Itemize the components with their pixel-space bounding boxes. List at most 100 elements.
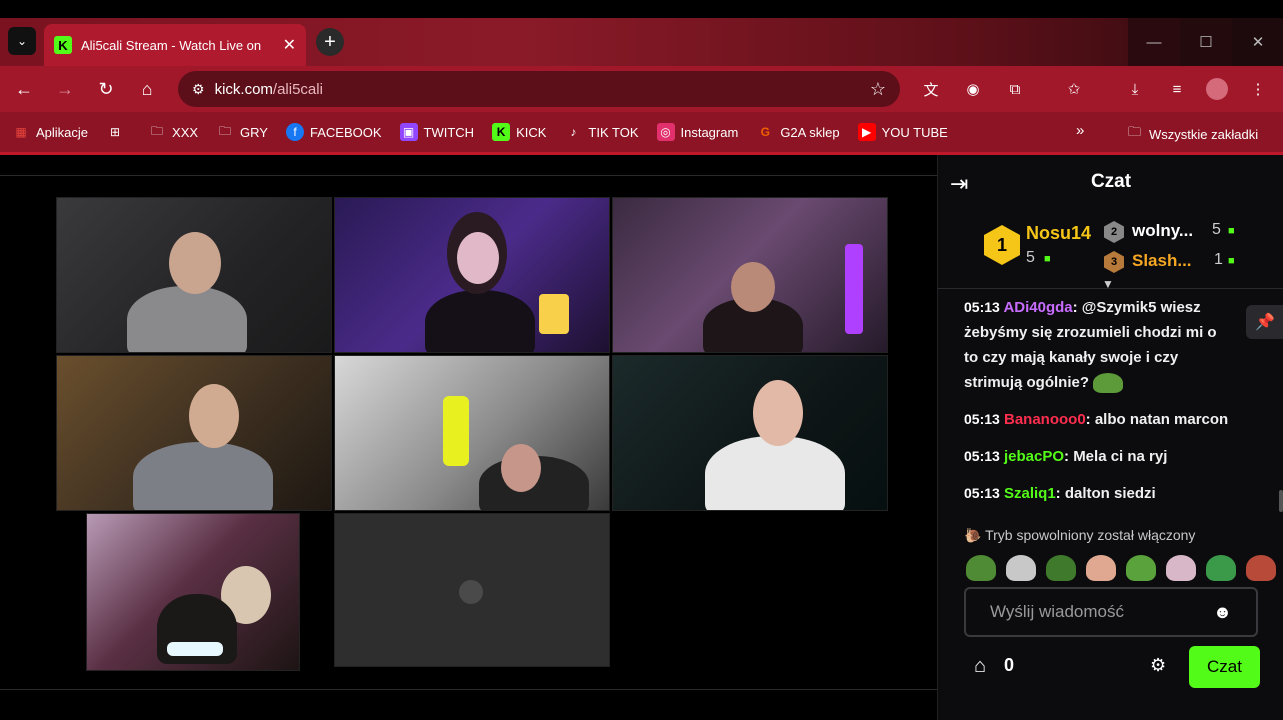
camera-tile — [56, 197, 332, 353]
bookmark-xxx[interactable]: 🗀 XXX — [148, 123, 198, 141]
bookmarks-overflow-button[interactable]: » — [1076, 122, 1084, 139]
apps-grid-icon: ▦ — [15, 125, 27, 139]
forward-icon[interactable]: → — [53, 77, 77, 101]
emote-frog-icon[interactable] — [1126, 555, 1156, 581]
bookmark-star-icon[interactable]: ☆ — [870, 79, 886, 100]
tab-search-button[interactable]: ⌄ — [8, 27, 36, 55]
leader-3-name[interactable]: Slash... — [1132, 251, 1192, 271]
message-time: 05:13 — [964, 411, 1000, 427]
message-username[interactable]: Bananooo0 — [1004, 411, 1086, 428]
media-control-icon[interactable]: ≡ — [1166, 78, 1188, 100]
maximize-button[interactable]: ☐ — [1180, 18, 1232, 66]
emoji-picker-icon[interactable]: ☻ — [1213, 602, 1232, 623]
snail-icon: 🐌 — [964, 527, 986, 543]
tab-strip: ⌄ K Ali5cali Stream - Watch Live on ✕ + … — [0, 18, 1283, 66]
rank-3-badge-icon: 3 — [1104, 251, 1124, 273]
reload-icon[interactable]: ↻ — [94, 77, 118, 101]
message-username[interactable]: Szaliq1 — [1004, 485, 1056, 502]
gift-icon: ■ — [1228, 225, 1235, 237]
url-path: /ali5cali — [272, 80, 323, 98]
message-time: 05:13 — [964, 485, 1000, 501]
home-icon[interactable]: ⌂ — [135, 77, 159, 101]
profile-avatar[interactable] — [1206, 78, 1228, 100]
browser-menu-icon[interactable]: ⋮ — [1247, 78, 1269, 100]
player-top-divider — [0, 175, 937, 176]
bookmark-gry[interactable]: 🗀 GRY — [216, 123, 268, 141]
gear-icon[interactable]: ⚙ — [1150, 655, 1166, 676]
all-bookmarks-button[interactable]: 🗀 Wszystkie zakładki — [1128, 123, 1258, 145]
message-time: 05:13 — [964, 299, 1000, 315]
message-text: albo natan marcon — [1094, 411, 1229, 428]
top-strip — [0, 0, 1283, 18]
active-tab[interactable]: K Ali5cali Stream - Watch Live on ✕ — [44, 24, 306, 66]
tab-title: Ali5cali Stream - Watch Live on — [81, 37, 262, 53]
bookmark-kick[interactable]: K KICK — [492, 123, 546, 141]
emote-bar — [966, 555, 1276, 581]
bookmark-aplikacje[interactable]: ▦ Aplikacje — [12, 123, 88, 141]
bookmark-instagram[interactable]: ◎ Instagram — [656, 123, 738, 141]
message-username[interactable]: jebacPO — [1004, 448, 1064, 465]
extension-circle-icon[interactable]: ◉ — [962, 78, 984, 100]
camera-tile — [612, 355, 888, 511]
emote-frog-icon[interactable] — [1206, 555, 1236, 581]
bookmarks-bar: ▦ Aplikacje ⊞ 🗀 XXX 🗀 GRY f FACEBOOK ▣ TWITCH… — [0, 112, 1283, 152]
chat-scrollbar[interactable] — [1279, 490, 1283, 512]
leader-1-count: 5 — [1026, 249, 1035, 266]
favorites-icon[interactable]: ✩ — [1063, 78, 1085, 100]
minimize-button[interactable]: — — [1128, 18, 1180, 66]
store-icon[interactable]: ⌂ — [974, 655, 986, 678]
bookmark-twitch[interactable]: ▣ TWITCH — [399, 123, 474, 141]
bookmark-tiktok[interactable]: ♪ TIK TOK — [564, 123, 638, 141]
bookmark-tiles[interactable]: ⊞ — [106, 123, 130, 141]
chat-message-input[interactable]: Wyślij wiadomość ☻ — [964, 587, 1258, 637]
message-text: dalton siedzi — [1064, 485, 1156, 502]
extensions-puzzle-icon[interactable]: ⧉ — [1004, 78, 1026, 100]
site-info-icon[interactable]: ⚙ — [192, 81, 205, 98]
chat-panel: ⇥ Czat 1 Nosu14 5 ■ 2 wolny... 5 ■ 3 Sla… — [937, 155, 1283, 720]
twitch-icon: ▣ — [399, 123, 418, 141]
browser-toolbar: ← → ↻ ⌂ ⚙ kick.com/ali5cali ☆ 文 ◉ ⧉ ✩ ⤓ … — [0, 66, 1283, 112]
leader-1-name[interactable]: Nosu14 — [1026, 223, 1091, 244]
camera-tile — [334, 513, 610, 667]
emote-face-icon[interactable] — [1006, 555, 1036, 581]
youtube-icon: ▶ — [857, 123, 876, 141]
camera-tile — [86, 513, 300, 671]
emote-face-icon[interactable] — [1246, 555, 1276, 581]
gift-icon: ■ — [1228, 255, 1235, 267]
emote-frog-icon[interactable] — [1046, 555, 1076, 581]
gift-leaderboard: 1 Nosu14 5 ■ 2 wolny... 5 ■ 3 Slash... 1… — [938, 209, 1283, 291]
rank-1-badge-icon: 1 — [984, 225, 1020, 265]
expand-leaderboard-icon[interactable]: ▼ — [1102, 277, 1114, 291]
close-tab-icon[interactable]: ✕ — [283, 35, 296, 55]
slow-mode-notice: 🐌 Tryb spowolniony został włączony — [964, 527, 1196, 543]
leader-2-count: 5 — [1212, 221, 1221, 238]
chat-message: 05:13 Szaliq1: dalton siedzi — [964, 485, 1156, 502]
address-bar[interactable]: ⚙ kick.com/ali5cali ☆ — [178, 71, 900, 107]
close-window-button[interactable]: ✕ — [1232, 18, 1283, 66]
pepe-emote-icon — [1093, 373, 1124, 394]
send-chat-button[interactable]: Czat — [1189, 646, 1260, 688]
instagram-icon: ◎ — [656, 123, 675, 141]
back-icon[interactable]: ← — [12, 77, 36, 101]
emote-cat-icon[interactable] — [1166, 555, 1196, 581]
url-host: kick.com — [214, 80, 273, 98]
camera-tile — [334, 197, 610, 353]
new-tab-button[interactable]: + — [316, 28, 344, 56]
download-icon[interactable]: ⤓ — [1124, 78, 1146, 100]
stream-player[interactable] — [0, 155, 937, 720]
chat-message: 05:13 jebacPO: Mela ci na ryj — [964, 448, 1168, 465]
emote-hand-icon[interactable] — [1086, 555, 1116, 581]
bookmark-facebook[interactable]: f FACEBOOK — [285, 123, 382, 141]
emote-frog-icon[interactable] — [966, 555, 996, 581]
leader-2-name[interactable]: wolny... — [1132, 221, 1193, 241]
bookmark-youtube[interactable]: ▶ YOU TUBE — [857, 123, 948, 141]
chevron-down-icon: ⌄ — [16, 34, 28, 48]
chat-message: 05:13 ADi40gda: @Szymik5 wiesz żebyśmy s… — [964, 295, 1232, 395]
folder-icon: 🗀 — [1128, 124, 1142, 139]
translate-icon[interactable]: 文 — [920, 78, 942, 100]
rank-2-badge-icon: 2 — [1104, 221, 1124, 243]
channel-points: 0 — [1004, 655, 1015, 675]
bookmark-g2a[interactable]: G G2A sklep — [756, 123, 840, 141]
message-username[interactable]: ADi40gda — [1003, 299, 1072, 316]
chat-messages: 05:13 ADi40gda: @Szymik5 wiesz żebyśmy s… — [964, 295, 1266, 518]
